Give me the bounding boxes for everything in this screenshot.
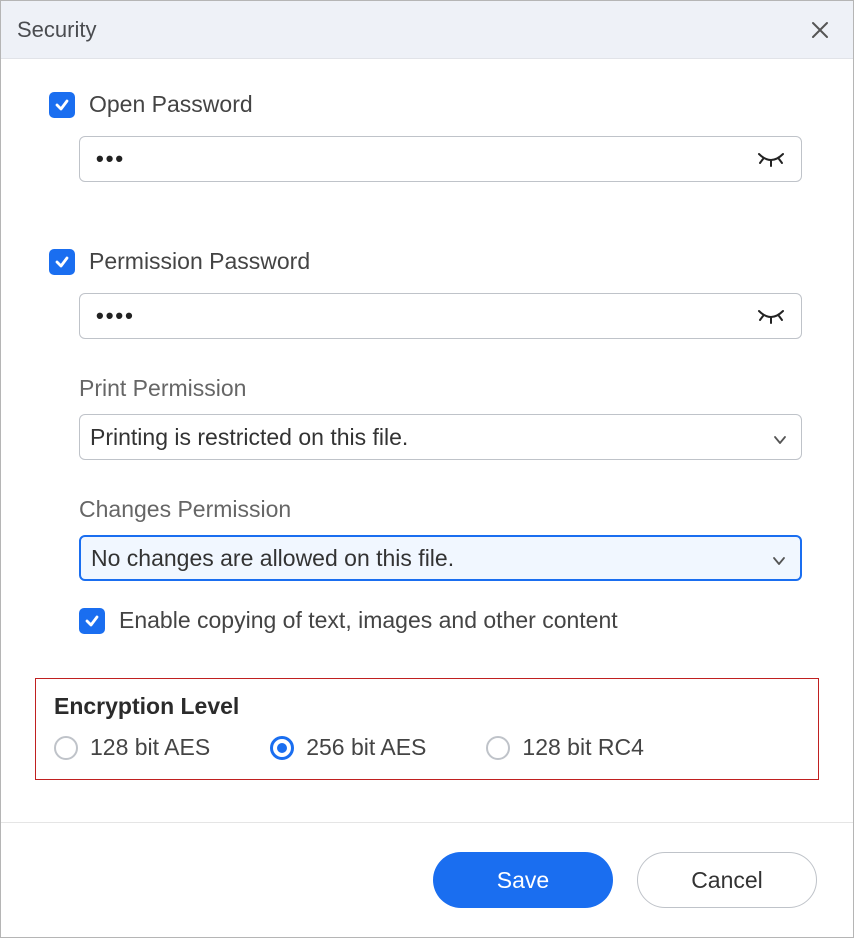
cancel-button[interactable]: Cancel <box>637 852 817 908</box>
permission-password-label: Permission Password <box>89 248 310 275</box>
checkmark-icon <box>84 613 100 629</box>
open-password-input[interactable]: ••• <box>79 136 802 182</box>
dialog-content: Open Password ••• Permission Password ••… <box>1 59 853 822</box>
encryption-option-128-aes[interactable]: 128 bit AES <box>54 734 210 761</box>
radio-label: 128 bit RC4 <box>522 734 643 761</box>
checkmark-icon <box>54 254 70 270</box>
dialog-titlebar: Security <box>1 1 853 59</box>
permission-password-checkbox[interactable] <box>49 249 75 275</box>
dialog-title: Security <box>17 17 96 43</box>
eye-closed-icon <box>757 307 785 325</box>
print-permission-select[interactable]: Printing is restricted on this file. <box>79 414 802 460</box>
eye-closed-icon <box>757 150 785 168</box>
print-permission-label: Print Permission <box>79 375 805 402</box>
permission-password-value: •••• <box>96 303 135 329</box>
save-button[interactable]: Save <box>433 852 613 908</box>
close-icon <box>810 20 830 40</box>
open-password-label: Open Password <box>89 91 253 118</box>
changes-permission-value: No changes are allowed on this file. <box>91 545 454 572</box>
encryption-option-128-rc4[interactable]: 128 bit RC4 <box>486 734 643 761</box>
open-password-checkbox[interactable] <box>49 92 75 118</box>
open-password-value: ••• <box>96 146 125 172</box>
radio-icon <box>270 736 294 760</box>
permission-password-visibility-toggle[interactable] <box>757 307 785 325</box>
checkmark-icon <box>54 97 70 113</box>
close-button[interactable] <box>805 15 835 45</box>
radio-icon <box>54 736 78 760</box>
chevron-down-icon <box>772 545 786 572</box>
permission-password-row: Permission Password <box>49 248 805 275</box>
dialog-footer: Save Cancel <box>1 822 853 937</box>
encryption-level-box: Encryption Level 128 bit AES 256 bit AES… <box>35 678 819 780</box>
print-permission-value: Printing is restricted on this file. <box>90 424 408 451</box>
encryption-option-256-aes[interactable]: 256 bit AES <box>270 734 426 761</box>
enable-copy-label: Enable copying of text, images and other… <box>119 607 618 634</box>
encryption-radio-group: 128 bit AES 256 bit AES 128 bit RC4 <box>54 734 800 761</box>
open-password-row: Open Password <box>49 91 805 118</box>
radio-icon <box>486 736 510 760</box>
open-password-visibility-toggle[interactable] <box>757 150 785 168</box>
radio-label: 256 bit AES <box>306 734 426 761</box>
changes-permission-select[interactable]: No changes are allowed on this file. <box>79 535 802 581</box>
enable-copy-row: Enable copying of text, images and other… <box>79 607 805 634</box>
enable-copy-checkbox[interactable] <box>79 608 105 634</box>
chevron-down-icon <box>773 424 787 451</box>
changes-permission-label: Changes Permission <box>79 496 805 523</box>
radio-label: 128 bit AES <box>90 734 210 761</box>
permission-password-input[interactable]: •••• <box>79 293 802 339</box>
encryption-level-title: Encryption Level <box>54 693 800 720</box>
